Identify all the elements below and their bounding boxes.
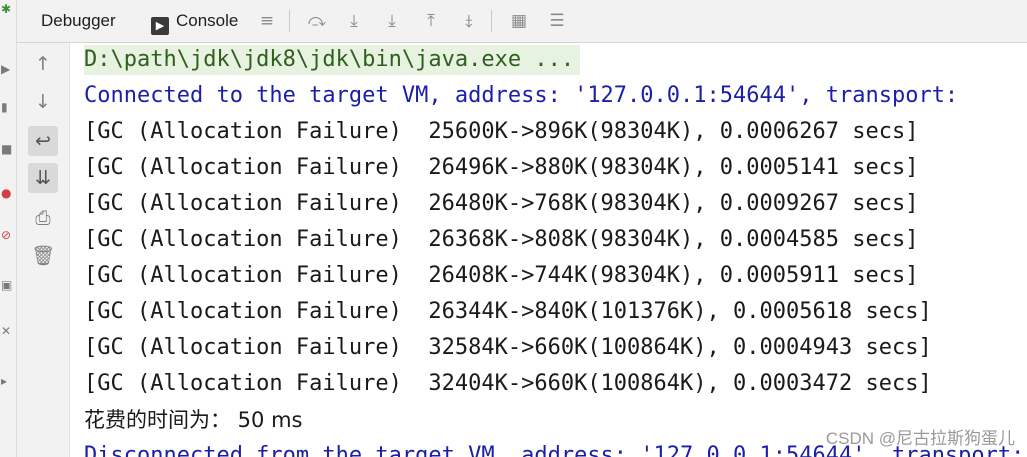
- tab-console-label: Console: [176, 11, 239, 30]
- evaluate-expression-icon[interactable]: ▦: [507, 9, 531, 33]
- settings-icon[interactable]: ▣: [1, 278, 13, 292]
- toolbar-separator: [289, 10, 290, 32]
- trace-icon[interactable]: ☰: [545, 9, 569, 33]
- toolbar-separator: [491, 10, 492, 32]
- resume-icon[interactable]: ✱: [1, 2, 13, 16]
- trash-icon[interactable]: 🗑: [28, 241, 58, 271]
- breakpoints-icon[interactable]: ●: [1, 186, 13, 200]
- gc-log-line: [GC (Allocation Failure) 26344K->840K(10…: [84, 299, 932, 324]
- gc-log-line: [GC (Allocation Failure) 26408K->744K(98…: [84, 263, 919, 288]
- console-icon: ▶: [151, 17, 169, 35]
- watermark: CSDN @尼古拉斯狗蛋儿: [825, 429, 1015, 448]
- gc-log-line: [GC (Allocation Failure) 32404K->660K(10…: [84, 371, 932, 396]
- show-execution-point-icon[interactable]: ⤼: [305, 9, 329, 33]
- down-arrow-icon[interactable]: ↓: [28, 87, 58, 117]
- menu-icon[interactable]: ≡: [255, 9, 279, 33]
- pause-icon[interactable]: ▮: [1, 100, 13, 114]
- up-arrow-icon[interactable]: ↑: [28, 49, 58, 79]
- print-icon[interactable]: ⎙: [28, 203, 58, 233]
- play-icon[interactable]: ▶: [1, 62, 13, 76]
- debug-controls-strip: ✱ ▶ ▮ ■ ● ⊘ ▣ ✕ ▸: [0, 0, 17, 457]
- gc-log-line: [GC (Allocation Failure) 26480K->768K(98…: [84, 191, 919, 216]
- scroll-to-end-icon[interactable]: ⇊: [28, 163, 58, 193]
- run-to-cursor-icon[interactable]: ⤈: [457, 9, 481, 33]
- soft-wrap-icon[interactable]: ↩: [28, 126, 58, 156]
- console-output[interactable]: D:\path\jdk\jdk8\jdk\bin\java.exe ... Co…: [70, 43, 1027, 457]
- gc-log-line: [GC (Allocation Failure) 26368K->808K(98…: [84, 227, 919, 252]
- step-into-icon[interactable]: ⤓: [380, 9, 404, 33]
- tab-debugger[interactable]: Debugger: [41, 0, 116, 42]
- step-out-icon[interactable]: ⤒: [419, 9, 443, 33]
- gc-log-line: [GC (Allocation Failure) 25600K->896K(98…: [84, 119, 919, 144]
- gc-log-line: [GC (Allocation Failure) 26496K->880K(98…: [84, 155, 919, 180]
- debug-toolbar: Debugger ▶ Console ≡ ⤼ ⤓ ⤓ ⤒ ⤈ ▦ ☰: [17, 0, 1027, 43]
- stop-icon[interactable]: ■: [1, 142, 13, 156]
- elapsed-time-line: 花费的时间为： 50 ms: [84, 408, 303, 432]
- mute-breakpoints-icon[interactable]: ⊘: [1, 228, 13, 242]
- command-line: D:\path\jdk\jdk8\jdk\bin\java.exe ...: [84, 45, 581, 75]
- pin-icon[interactable]: ✕: [1, 324, 13, 338]
- tab-console[interactable]: ▶ Console: [151, 0, 238, 42]
- step-over-icon[interactable]: ⤓: [342, 9, 366, 33]
- more-icon[interactable]: ▸: [1, 374, 13, 388]
- console-gutter: ↑ ↓ ↩ ⇊ ⎙ 🗑: [17, 43, 70, 457]
- connected-line: Connected to the target VM, address: '12…: [84, 83, 959, 108]
- tab-debugger-label: Debugger: [41, 11, 116, 30]
- gc-log-line: [GC (Allocation Failure) 32584K->660K(10…: [84, 335, 932, 360]
